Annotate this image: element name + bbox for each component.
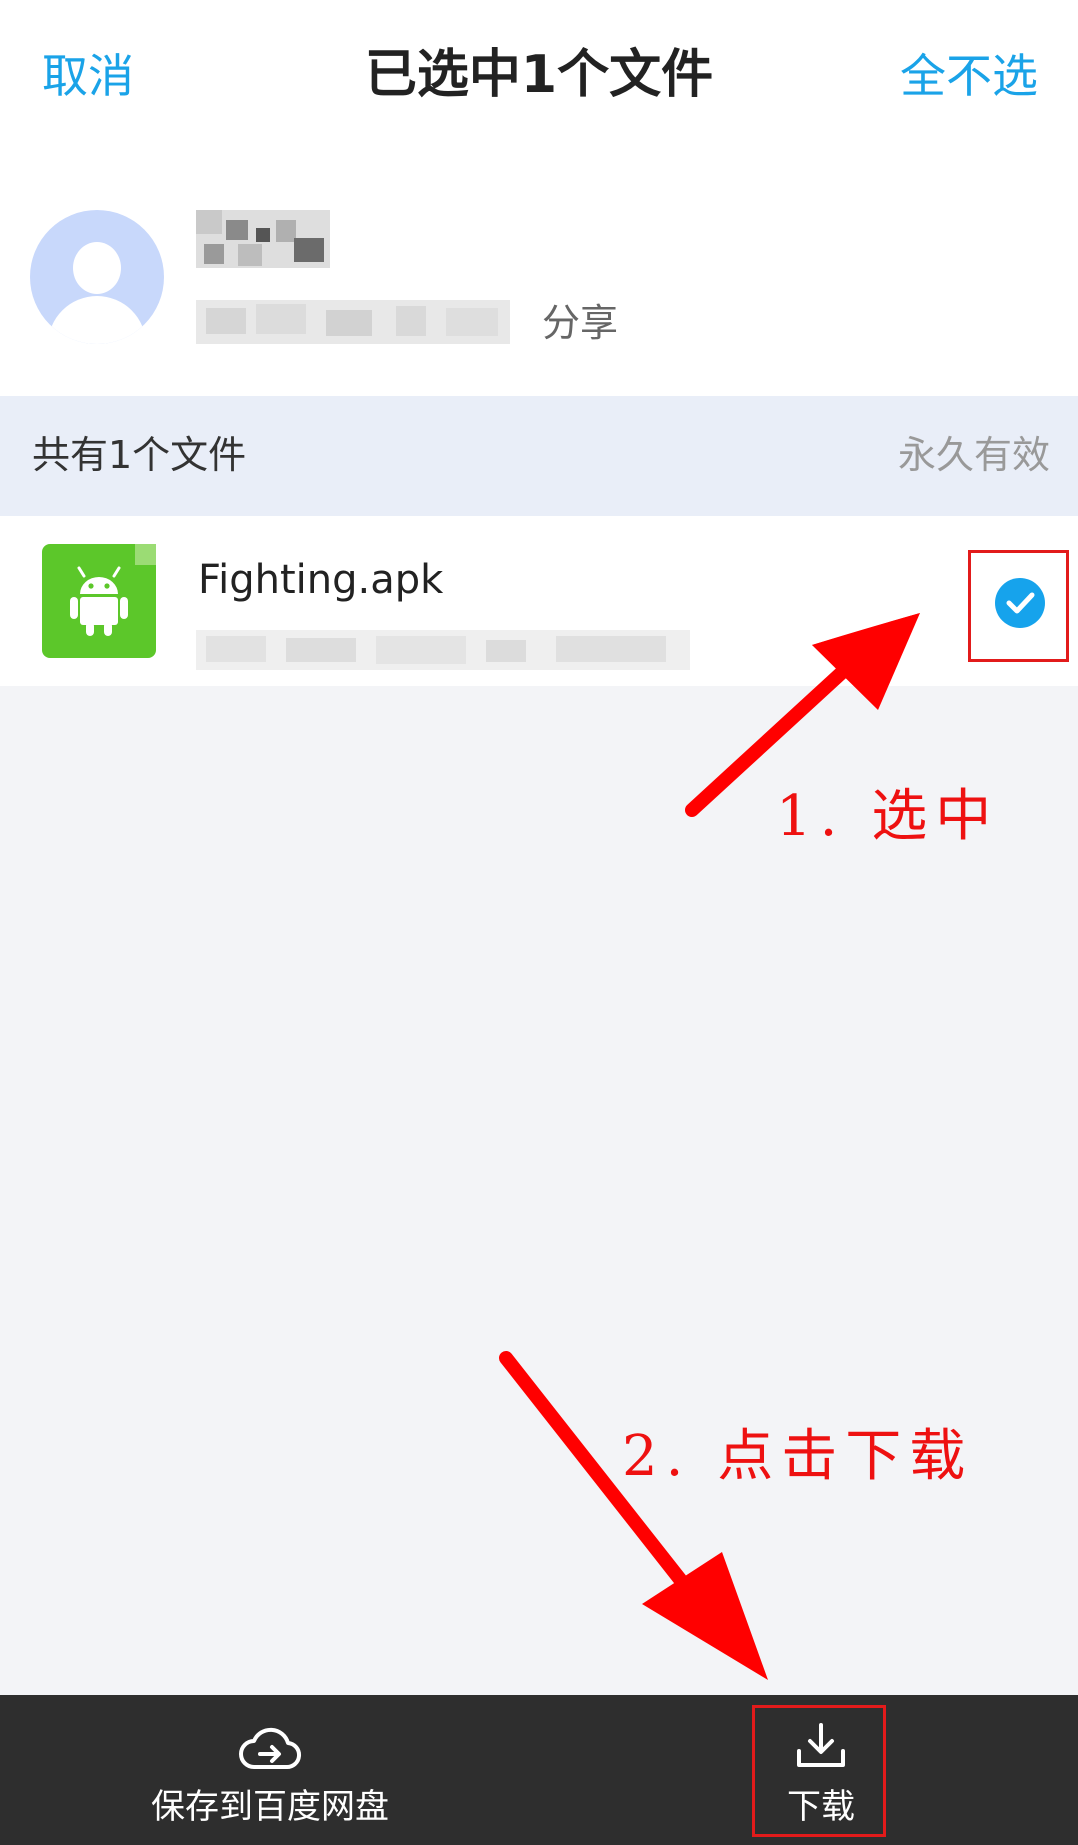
save-to-baidu-label: 保存到百度网盘 <box>151 1787 389 1827</box>
avatar-head-shape <box>73 242 121 294</box>
deselect-all-button[interactable]: 全不选 <box>900 46 1038 106</box>
top-nav-bar: 已选中1个文件 取消 全不选 <box>0 0 1078 160</box>
redacted-username <box>196 210 330 268</box>
annotation-box-download <box>752 1705 886 1837</box>
avatar-body-shape <box>48 296 146 344</box>
share-label: 分享 <box>542 301 619 345</box>
annotation-step-2: 2. 点击下载 <box>622 1424 974 1489</box>
cloud-save-icon <box>239 1727 301 1770</box>
redacted-share-time <box>196 300 510 344</box>
validity-label: 永久有效 <box>897 433 1050 477</box>
file-count-label: 共有1个文件 <box>32 433 247 477</box>
annotation-arrow-2-head <box>642 1552 768 1680</box>
avatar <box>30 210 164 344</box>
sharer-info: 分享 <box>0 160 1078 396</box>
file-list-header: 共有1个文件 永久有效 <box>0 396 1078 516</box>
annotation-step-1: 1. 选中 <box>776 784 1000 849</box>
annotation-box-checkbox <box>968 550 1069 662</box>
bottom-action-bar: 保存到百度网盘 下载 <box>0 1695 1078 1845</box>
file-list-item[interactable]: Fighting.apk <box>0 516 1078 686</box>
save-to-baidu-button[interactable]: 保存到百度网盘 <box>120 1695 420 1845</box>
file-name: Fighting.apk <box>198 557 444 603</box>
redacted-file-meta <box>196 630 690 670</box>
file-icon-fold <box>135 544 156 565</box>
cancel-button[interactable]: 取消 <box>42 46 134 106</box>
